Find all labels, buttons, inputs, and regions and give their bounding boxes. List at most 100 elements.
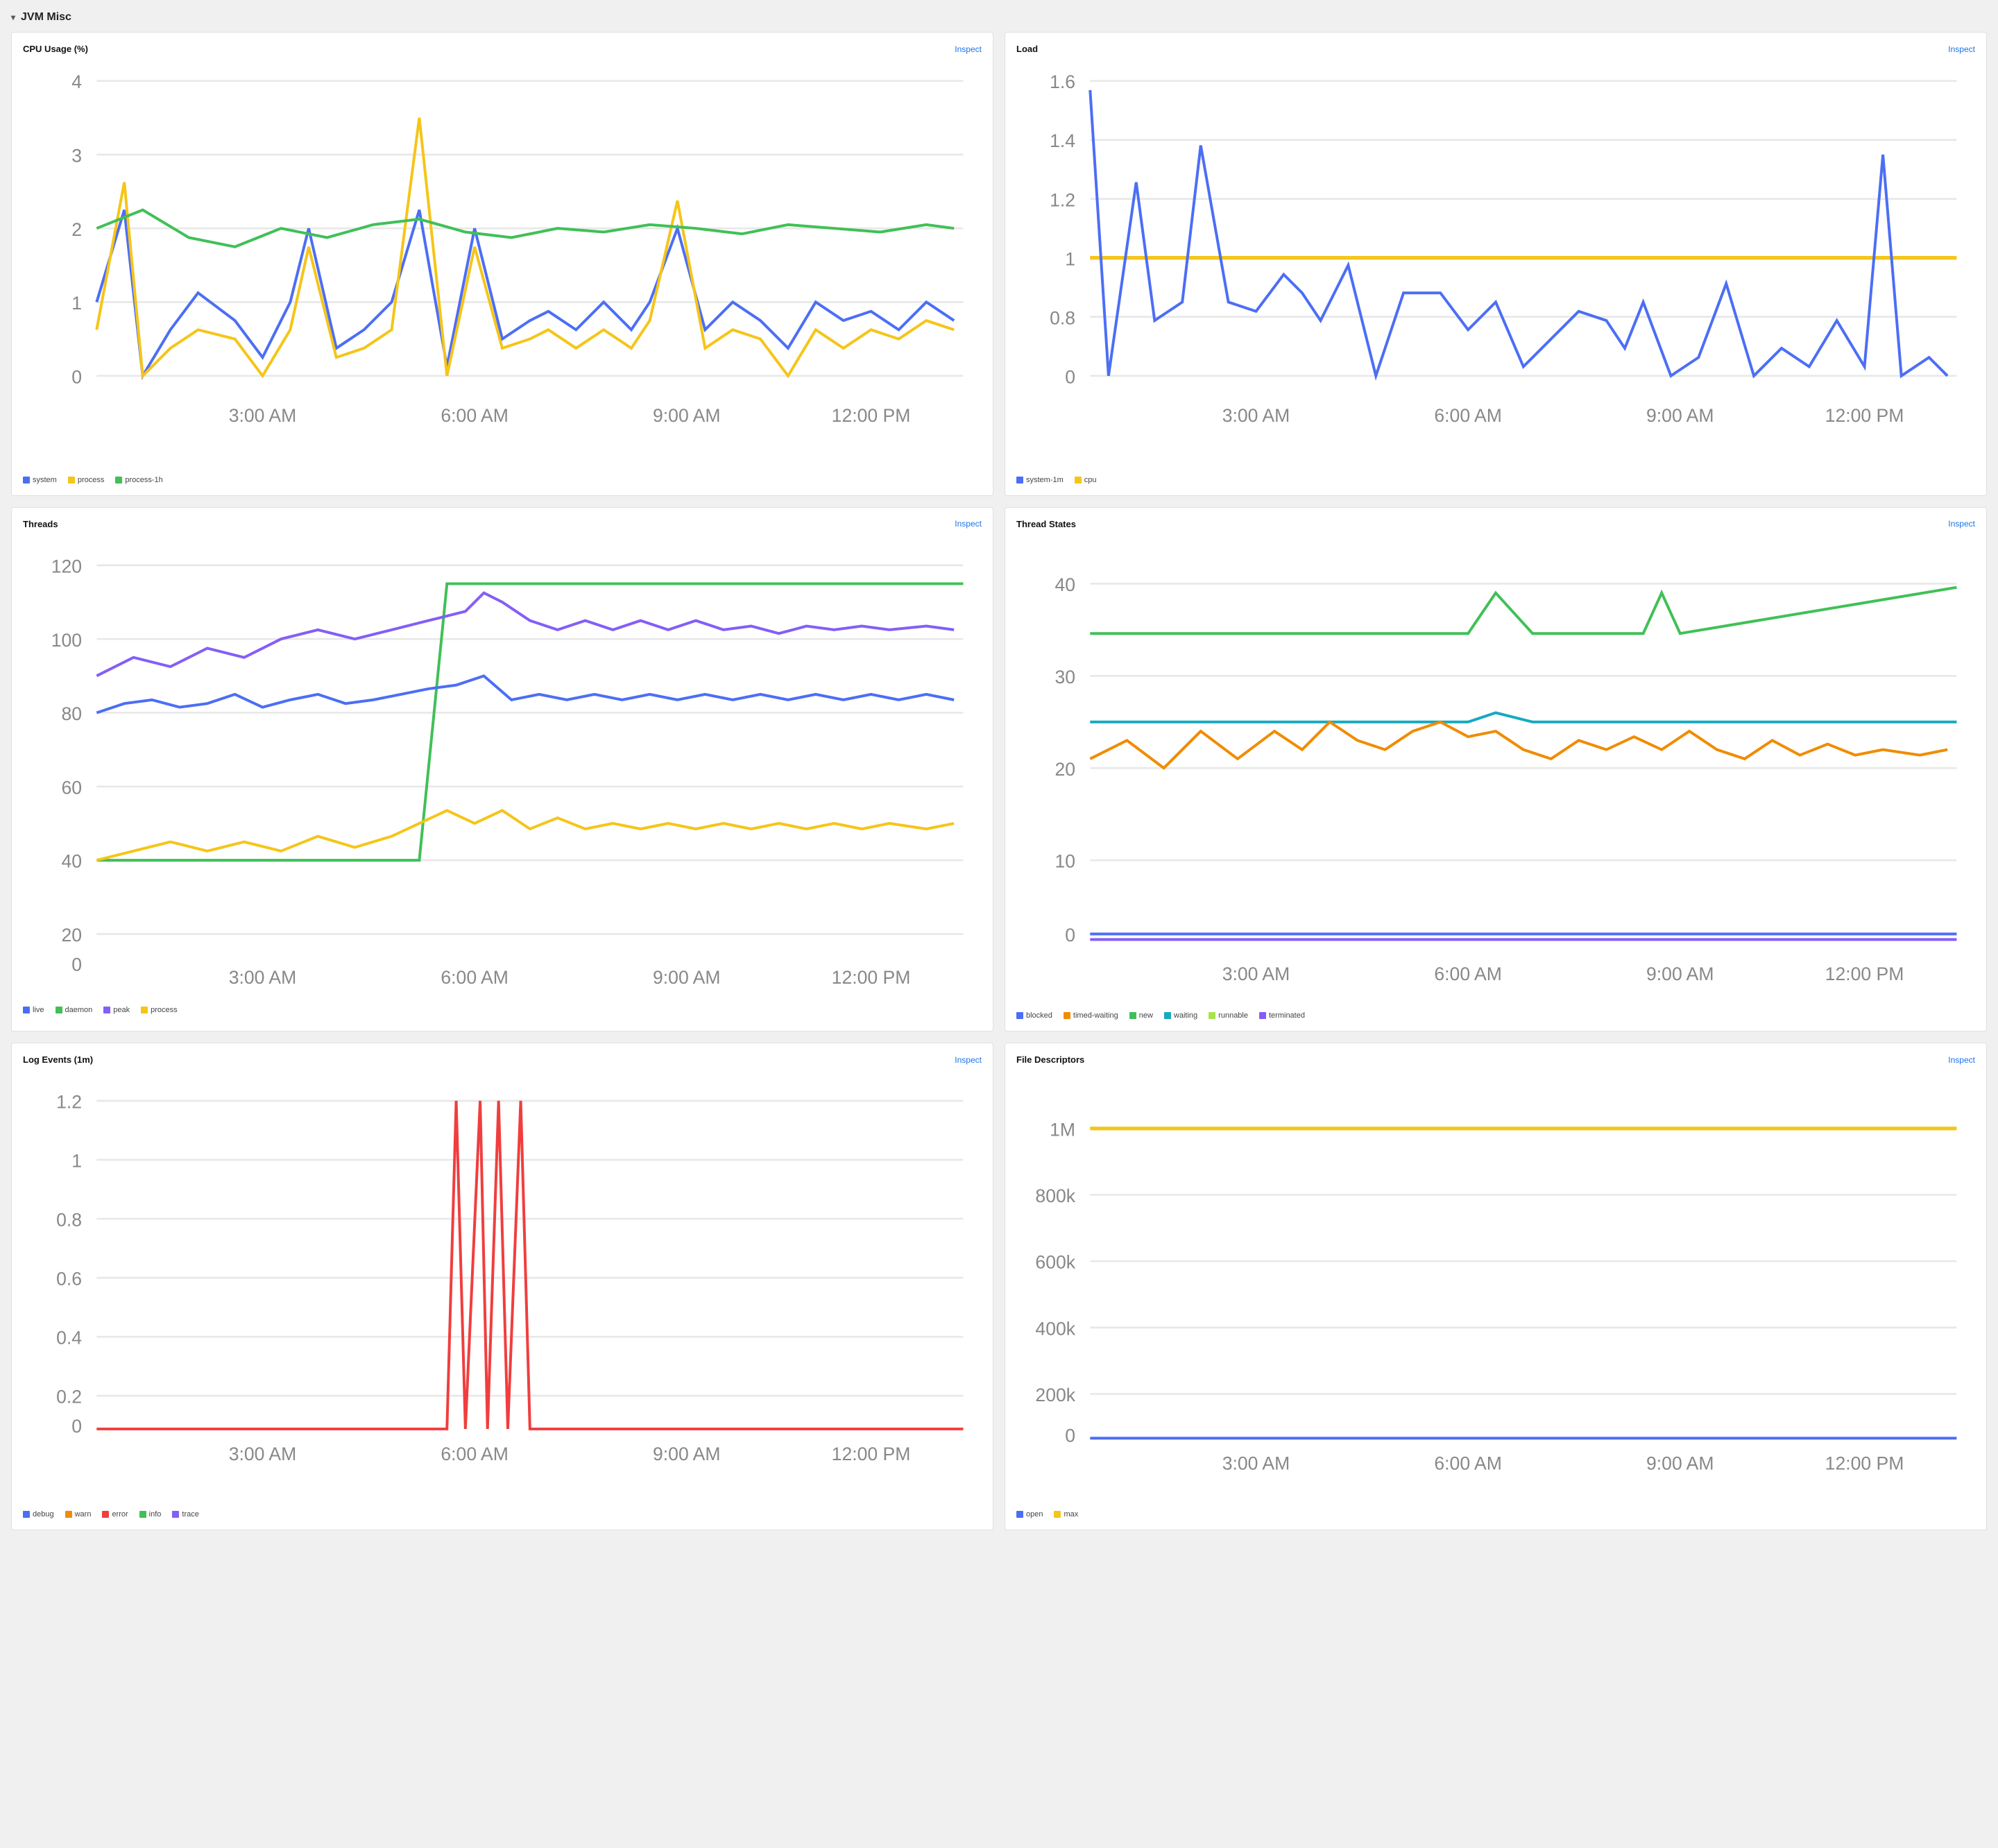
log-events-header: Log Events (1m) Inspect: [23, 1054, 982, 1065]
thread-states-panel: Thread States Inspect 40 30 20 10 0 3:00…: [1005, 507, 1987, 1032]
svg-text:0: 0: [1065, 925, 1075, 946]
svg-text:1.2: 1.2: [56, 1092, 82, 1113]
legend-color-live: [23, 1007, 30, 1013]
svg-text:12:00 PM: 12:00 PM: [832, 967, 911, 988]
section-title: JVM Misc: [21, 11, 71, 24]
legend-item-process1h: process-1h: [115, 476, 162, 484]
legend-label-cpu: cpu: [1084, 476, 1097, 484]
legend-label-live: live: [33, 1006, 44, 1014]
svg-text:9:00 AM: 9:00 AM: [653, 405, 720, 426]
file-descriptors-title: File Descriptors: [1016, 1054, 1084, 1065]
legend-item-open: open: [1016, 1510, 1043, 1518]
legend-label-peak: peak: [113, 1006, 130, 1014]
svg-text:12:00 PM: 12:00 PM: [1825, 1453, 1904, 1474]
svg-text:40: 40: [1054, 574, 1075, 595]
svg-text:0: 0: [71, 366, 82, 387]
legend-item-trace: trace: [172, 1510, 198, 1518]
svg-text:1: 1: [71, 1151, 82, 1172]
svg-text:9:00 AM: 9:00 AM: [653, 967, 720, 988]
svg-text:0: 0: [1065, 366, 1075, 387]
svg-text:12:00 PM: 12:00 PM: [832, 1444, 911, 1464]
legend-color-new: [1129, 1012, 1136, 1019]
legend-item-peak: peak: [103, 1006, 130, 1014]
legend-item-waiting: waiting: [1164, 1011, 1197, 1020]
legend-item-process-threads: process: [141, 1006, 178, 1014]
legend-item-live: live: [23, 1006, 44, 1014]
legend-item-error: error: [102, 1510, 128, 1518]
legend-label-system: system: [33, 476, 57, 484]
dashboard-grid: CPU Usage (%) Inspect 4 3 2 1 0 3:00 AM …: [11, 32, 1987, 1530]
svg-text:6:00 AM: 6:00 AM: [1434, 1453, 1501, 1474]
svg-text:600k: 600k: [1035, 1252, 1075, 1273]
svg-text:0.8: 0.8: [56, 1210, 82, 1231]
svg-text:80: 80: [61, 703, 82, 724]
svg-text:9:00 AM: 9:00 AM: [1646, 1453, 1714, 1474]
thread-states-chart: 40 30 20 10 0 3:00 AM 6:00 AM 9:00 AM 12…: [1016, 538, 1975, 1000]
threads-panel: Threads Inspect 120 100 80 60 40 20 0: [11, 507, 993, 1032]
legend-label-system1m: system-1m: [1026, 476, 1064, 484]
chevron-down-icon[interactable]: ▾: [11, 12, 15, 22]
legend-item-new: new: [1129, 1011, 1153, 1020]
threads-title: Threads: [23, 519, 58, 529]
file-descriptors-chart: 1M 800k 600k 400k 200k 0 3:00 AM 6:00 AM…: [1016, 1073, 1975, 1499]
legend-color-system: [23, 477, 30, 484]
svg-text:0: 0: [1065, 1426, 1075, 1446]
svg-text:1: 1: [1065, 248, 1075, 269]
legend-label-process1h: process-1h: [125, 476, 162, 484]
load-legend: system-1m cpu: [1016, 476, 1975, 484]
legend-item-cpu: cpu: [1075, 476, 1097, 484]
svg-text:2: 2: [71, 219, 82, 240]
svg-text:4: 4: [71, 71, 82, 92]
threads-chart: 120 100 80 60 40 20 0 3:00 AM 6:00 AM 9:…: [23, 538, 982, 1000]
svg-text:3:00 AM: 3:00 AM: [229, 967, 296, 988]
legend-label-daemon: daemon: [65, 1006, 93, 1014]
load-chart: 1.6 1.4 1.2 1 0.8 0 3:00 AM 6:00 AM 9:00…: [1016, 62, 1975, 470]
legend-item-system1m: system-1m: [1016, 476, 1064, 484]
cpu-usage-legend: system process process-1h: [23, 476, 982, 484]
log-events-legend: debug warn error info trace: [23, 1505, 982, 1518]
legend-item-timed-waiting: timed-waiting: [1064, 1011, 1118, 1020]
svg-text:3:00 AM: 3:00 AM: [1222, 405, 1290, 426]
svg-text:6:00 AM: 6:00 AM: [1434, 964, 1501, 984]
svg-text:12:00 PM: 12:00 PM: [1825, 964, 1904, 984]
thread-states-inspect[interactable]: Inspect: [1948, 519, 1975, 529]
file-descriptors-inspect[interactable]: Inspect: [1948, 1055, 1975, 1065]
svg-text:0.2: 0.2: [56, 1387, 82, 1408]
legend-item-daemon: daemon: [56, 1006, 93, 1014]
svg-text:9:00 AM: 9:00 AM: [653, 1444, 720, 1464]
svg-text:0.8: 0.8: [1050, 307, 1075, 328]
log-events-chart: 1.2 1 0.8 0.6 0.4 0.2 0 3:00 AM 6:00 AM …: [23, 1073, 982, 1499]
legend-color-blocked: [1016, 1012, 1023, 1019]
file-descriptors-panel: File Descriptors Inspect 1M 800k 600k 40…: [1005, 1043, 1987, 1530]
legend-item-debug: debug: [23, 1510, 54, 1518]
svg-text:30: 30: [1054, 667, 1075, 687]
thread-states-header: Thread States Inspect: [1016, 519, 1975, 529]
svg-text:12:00 PM: 12:00 PM: [832, 405, 911, 426]
svg-text:3:00 AM: 3:00 AM: [1222, 964, 1290, 984]
legend-item-terminated: terminated: [1259, 1011, 1305, 1020]
thread-states-title: Thread States: [1016, 519, 1076, 529]
legend-item-warn: warn: [65, 1510, 92, 1518]
svg-text:40: 40: [61, 850, 82, 871]
svg-text:1: 1: [71, 293, 82, 314]
legend-item-blocked: blocked: [1016, 1011, 1052, 1020]
legend-label-process-threads: process: [151, 1006, 178, 1014]
svg-text:0.6: 0.6: [56, 1269, 82, 1290]
svg-text:0: 0: [71, 954, 82, 975]
log-events-inspect[interactable]: Inspect: [955, 1055, 982, 1065]
svg-text:120: 120: [51, 556, 82, 576]
svg-text:3:00 AM: 3:00 AM: [1222, 1453, 1290, 1474]
legend-color-runnable: [1209, 1012, 1215, 1019]
section-header: ▾ JVM Misc: [11, 11, 1987, 24]
svg-text:6:00 AM: 6:00 AM: [441, 1444, 508, 1464]
legend-color-process-threads: [141, 1007, 148, 1013]
svg-text:60: 60: [61, 777, 82, 798]
svg-text:12:00 PM: 12:00 PM: [1825, 405, 1904, 426]
cpu-usage-inspect[interactable]: Inspect: [955, 44, 982, 54]
threads-inspect[interactable]: Inspect: [955, 519, 982, 529]
cpu-usage-title: CPU Usage (%): [23, 44, 88, 54]
load-inspect[interactable]: Inspect: [1948, 44, 1975, 54]
load-title: Load: [1016, 44, 1038, 54]
svg-text:0.4: 0.4: [56, 1328, 82, 1349]
svg-text:3: 3: [71, 146, 82, 166]
